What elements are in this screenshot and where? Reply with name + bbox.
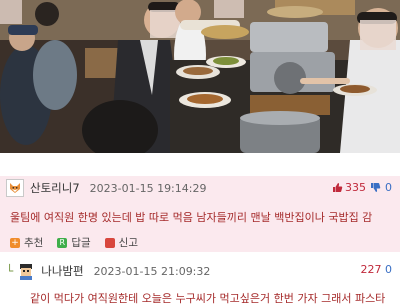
reply-button[interactable]: R 답글 xyxy=(57,235,91,250)
comment-downvote-count: 0 xyxy=(385,181,392,194)
comment-header: 산토리니7 2023-01-15 19:14:29 xyxy=(6,179,206,197)
thumbs-down-icon[interactable] xyxy=(370,182,381,193)
recommend-label: 추천 xyxy=(24,237,44,249)
reply-text: 같이 먹다가 여직원한테 오늘은 누구씨가 먹고싶은거 한번 가자 그래서 파스… xyxy=(30,292,386,305)
comment-actions: + 추천 R 답글 신고 xyxy=(10,235,152,250)
comment-date: 2023-01-15 19:14:29 xyxy=(89,181,207,195)
reply-user-avatar[interactable] xyxy=(17,262,35,280)
reply-arrow-icon: └ xyxy=(6,264,14,278)
reply-vote-counts: 227 0 xyxy=(361,263,393,276)
comment-upvote-count: 335 xyxy=(345,181,366,194)
reply-date: 2023-01-15 21:09:32 xyxy=(93,264,211,278)
fox-avatar-icon xyxy=(10,183,20,193)
reply-nickname[interactable]: 나나밤편 xyxy=(41,263,83,279)
buffet-photo-illustration xyxy=(0,0,400,153)
report-icon xyxy=(104,237,115,248)
reply-label: 답글 xyxy=(71,237,91,249)
report-label: 신고 xyxy=(118,237,138,249)
report-button[interactable]: 신고 xyxy=(104,235,138,250)
comment-text: 울팀에 여직원 한명 있는데 밥 따로 먹음 남자들끼리 맨날 백반집이나 국밥… xyxy=(10,211,373,224)
pixel-avatar-icon xyxy=(20,264,33,280)
reply-upvote-count: 227 xyxy=(360,263,382,276)
recommend-button[interactable]: + 추천 xyxy=(10,235,43,250)
reply-icon: R xyxy=(57,237,68,248)
reply-downvote-count: 0 xyxy=(385,263,392,276)
comment-nickname[interactable]: 산토리니7 xyxy=(30,180,80,196)
plus-icon: + xyxy=(10,237,20,248)
reply-header: └ 나나밤편 2023-01-15 21:09:32 xyxy=(6,262,210,280)
user-avatar[interactable] xyxy=(6,179,24,197)
comment-vote-counts: 335 0 xyxy=(332,181,392,194)
thumbs-up-icon[interactable] xyxy=(332,182,343,193)
buffet-photo xyxy=(0,0,400,153)
